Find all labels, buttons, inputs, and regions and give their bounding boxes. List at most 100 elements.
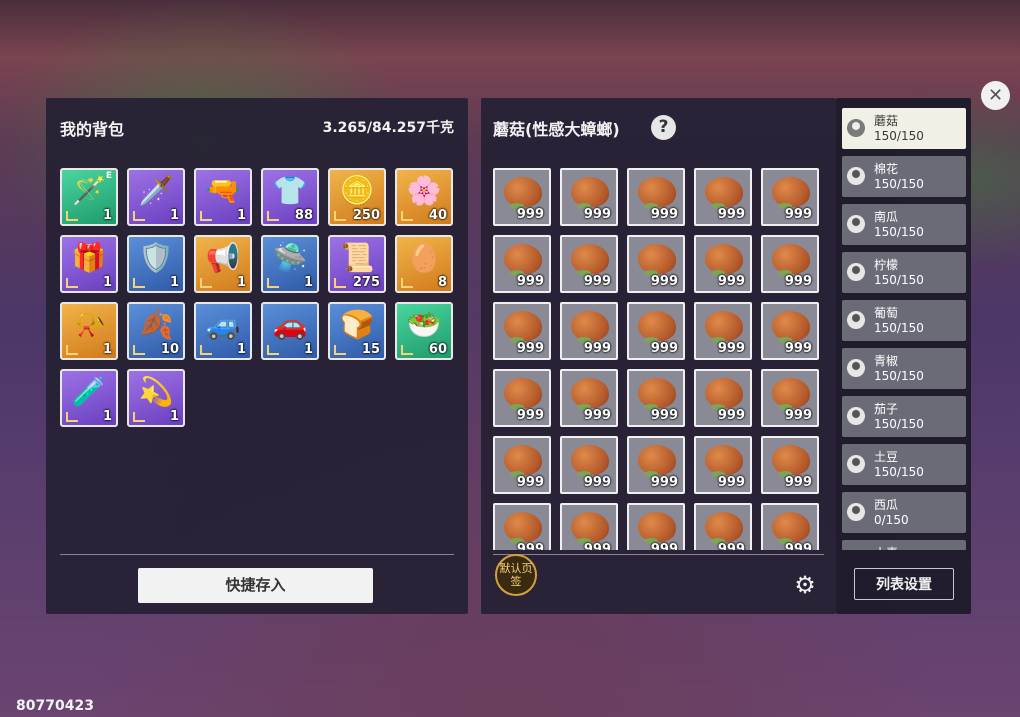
backpack-item-slot[interactable]: 👕 88 xyxy=(261,168,319,226)
backpack-item-slot[interactable]: 🔫 1 xyxy=(194,168,252,226)
backpack-item-slot[interactable]: 🛸 1 xyxy=(261,235,319,293)
backpack-item-slot[interactable]: 💫 1 xyxy=(127,369,185,427)
backpack-item-slot[interactable]: 🍞 15 xyxy=(328,302,386,360)
backpack-item-slot[interactable]: 🥗 60 xyxy=(395,302,453,360)
item-count: 1 xyxy=(303,275,313,290)
storage-item-slot[interactable]: 999 xyxy=(560,168,618,226)
storage-item-slot[interactable]: 999 xyxy=(560,503,618,550)
category-item[interactable]: 茄子 150/150 xyxy=(842,396,966,437)
backpack-item-slot[interactable]: 🗡️ 1 xyxy=(127,168,185,226)
storage-item-slot[interactable]: 999 xyxy=(694,168,752,226)
category-name: 葡萄 xyxy=(874,306,899,320)
storage-item-slot[interactable]: 999 xyxy=(761,235,819,293)
storage-item-slot[interactable]: 999 xyxy=(694,235,752,293)
backpack-item-slot[interactable]: 🎁 1 xyxy=(60,235,118,293)
close-icon[interactable]: ✕ xyxy=(981,81,1010,110)
storage-item-slot[interactable]: 999 xyxy=(761,436,819,494)
storage-item-slot[interactable]: 999 xyxy=(694,436,752,494)
item-count: 1 xyxy=(169,208,179,223)
category-count: 150/150 xyxy=(874,369,924,383)
storage-item-slot[interactable]: 999 xyxy=(493,436,551,494)
item-count: 999 xyxy=(784,274,812,289)
category-item[interactable]: 南瓜 150/150 xyxy=(842,204,966,245)
item-count: 999 xyxy=(784,475,812,490)
storage-item-slot[interactable]: 999 xyxy=(761,369,819,427)
category-item[interactable]: 土豆 150/150 xyxy=(842,444,966,485)
lock-icon xyxy=(133,278,145,288)
item-icon: 🔫 xyxy=(205,174,241,207)
item-icon: 🥗 xyxy=(406,308,442,341)
category-list[interactable]: 蘑菇 150/150 棉花 150/150 南瓜 150/150 柠檬 150/150 葡萄 15… xyxy=(842,108,966,550)
item-count: 999 xyxy=(583,341,611,356)
item-count: 250 xyxy=(352,208,380,223)
storage-item-slot[interactable]: 999 xyxy=(560,302,618,360)
mushroom-icon xyxy=(772,378,810,410)
backpack-item-slot[interactable]: 🧪 1 xyxy=(60,369,118,427)
storage-item-slot[interactable]: 999 xyxy=(493,302,551,360)
storage-item-slot[interactable]: 999 xyxy=(761,168,819,226)
storage-item-slot[interactable]: 999 xyxy=(694,369,752,427)
backpack-item-slot[interactable]: 🌸 40 xyxy=(395,168,453,226)
item-count: 1 xyxy=(236,208,246,223)
lock-icon xyxy=(200,345,212,355)
category-item[interactable]: 柠檬 150/150 xyxy=(842,252,966,293)
storage-item-slot[interactable]: 999 xyxy=(694,302,752,360)
gear-icon[interactable]: ⚙ xyxy=(792,572,818,598)
backpack-item-slot[interactable]: 🪙 250 xyxy=(328,168,386,226)
storage-item-slot[interactable]: 999 xyxy=(627,168,685,226)
storage-item-slot[interactable]: 999 xyxy=(493,168,551,226)
avatar-icon xyxy=(847,455,865,473)
category-item[interactable]: 西瓜 0/150 xyxy=(842,492,966,533)
backpack-item-slot[interactable]: 📜 275 xyxy=(328,235,386,293)
help-icon[interactable]: ? xyxy=(651,115,676,140)
category-item[interactable]: 小麦 xyxy=(842,540,966,550)
backpack-item-slot[interactable]: 🛡️ 1 xyxy=(127,235,185,293)
storage-item-slot[interactable]: 999 xyxy=(761,302,819,360)
mushroom-icon xyxy=(705,311,743,343)
storage-item-slot[interactable]: 999 xyxy=(627,369,685,427)
backpack-item-slot[interactable]: 📢 1 xyxy=(194,235,252,293)
mushroom-icon xyxy=(504,311,542,343)
storage-item-slot[interactable]: 999 xyxy=(627,436,685,494)
item-count: 275 xyxy=(352,275,380,290)
item-icon: 📜 xyxy=(339,241,375,274)
list-settings-button[interactable]: 列表设置 xyxy=(854,568,954,600)
item-count: 999 xyxy=(516,475,544,490)
storage-item-slot[interactable]: 999 xyxy=(761,503,819,550)
backpack-item-slot[interactable]: 📯 1 xyxy=(60,302,118,360)
storage-item-slot[interactable]: 999 xyxy=(560,235,618,293)
storage-item-slot[interactable]: 999 xyxy=(627,503,685,550)
category-item[interactable]: 棉花 150/150 xyxy=(842,156,966,197)
avatar-icon xyxy=(847,119,865,137)
item-count: 1 xyxy=(102,208,112,223)
storage-item-slot[interactable]: 999 xyxy=(627,235,685,293)
default-tab-button[interactable]: 默认页签 xyxy=(495,554,537,596)
storage-item-slot[interactable]: 999 xyxy=(560,369,618,427)
category-count: 150/150 xyxy=(874,129,924,143)
item-count: 1 xyxy=(169,409,179,424)
storage-item-slot[interactable]: 999 xyxy=(694,503,752,550)
item-icon: 🌸 xyxy=(406,174,442,207)
backpack-item-slot[interactable]: 🚙 1 xyxy=(194,302,252,360)
backpack-item-slot[interactable]: 🚗 1 xyxy=(261,302,319,360)
backpack-item-slot[interactable]: 🥚 8 xyxy=(395,235,453,293)
category-item[interactable]: 蘑菇 150/150 xyxy=(842,108,966,149)
item-icon: 💫 xyxy=(138,375,174,408)
backpack-item-slot[interactable]: 🪄 E 1 xyxy=(60,168,118,226)
storage-panel: 蘑菇(性感大蟑螂) ? 999 999 999 999 999 999 999 999 999 9… xyxy=(481,98,836,614)
item-icon: 📢 xyxy=(205,241,241,274)
storage-grid-viewport[interactable]: 999 999 999 999 999 999 999 999 999 999 999 999 999 9… xyxy=(493,168,828,550)
storage-item-slot[interactable]: 999 xyxy=(627,302,685,360)
backpack-item-slot[interactable]: 🍂 10 xyxy=(127,302,185,360)
quick-deposit-button[interactable]: 快捷存入 xyxy=(138,568,373,603)
category-item[interactable]: 葡萄 150/150 xyxy=(842,300,966,341)
category-name: 棉花 xyxy=(874,162,899,176)
storage-item-slot[interactable]: 999 xyxy=(560,436,618,494)
mushroom-icon xyxy=(705,378,743,410)
item-count: 999 xyxy=(516,341,544,356)
storage-item-slot[interactable]: 999 xyxy=(493,369,551,427)
mushroom-icon xyxy=(504,244,542,276)
category-item[interactable]: 青椒 150/150 xyxy=(842,348,966,389)
storage-item-slot[interactable]: 999 xyxy=(493,235,551,293)
storage-item-slot[interactable]: 999 xyxy=(493,503,551,550)
